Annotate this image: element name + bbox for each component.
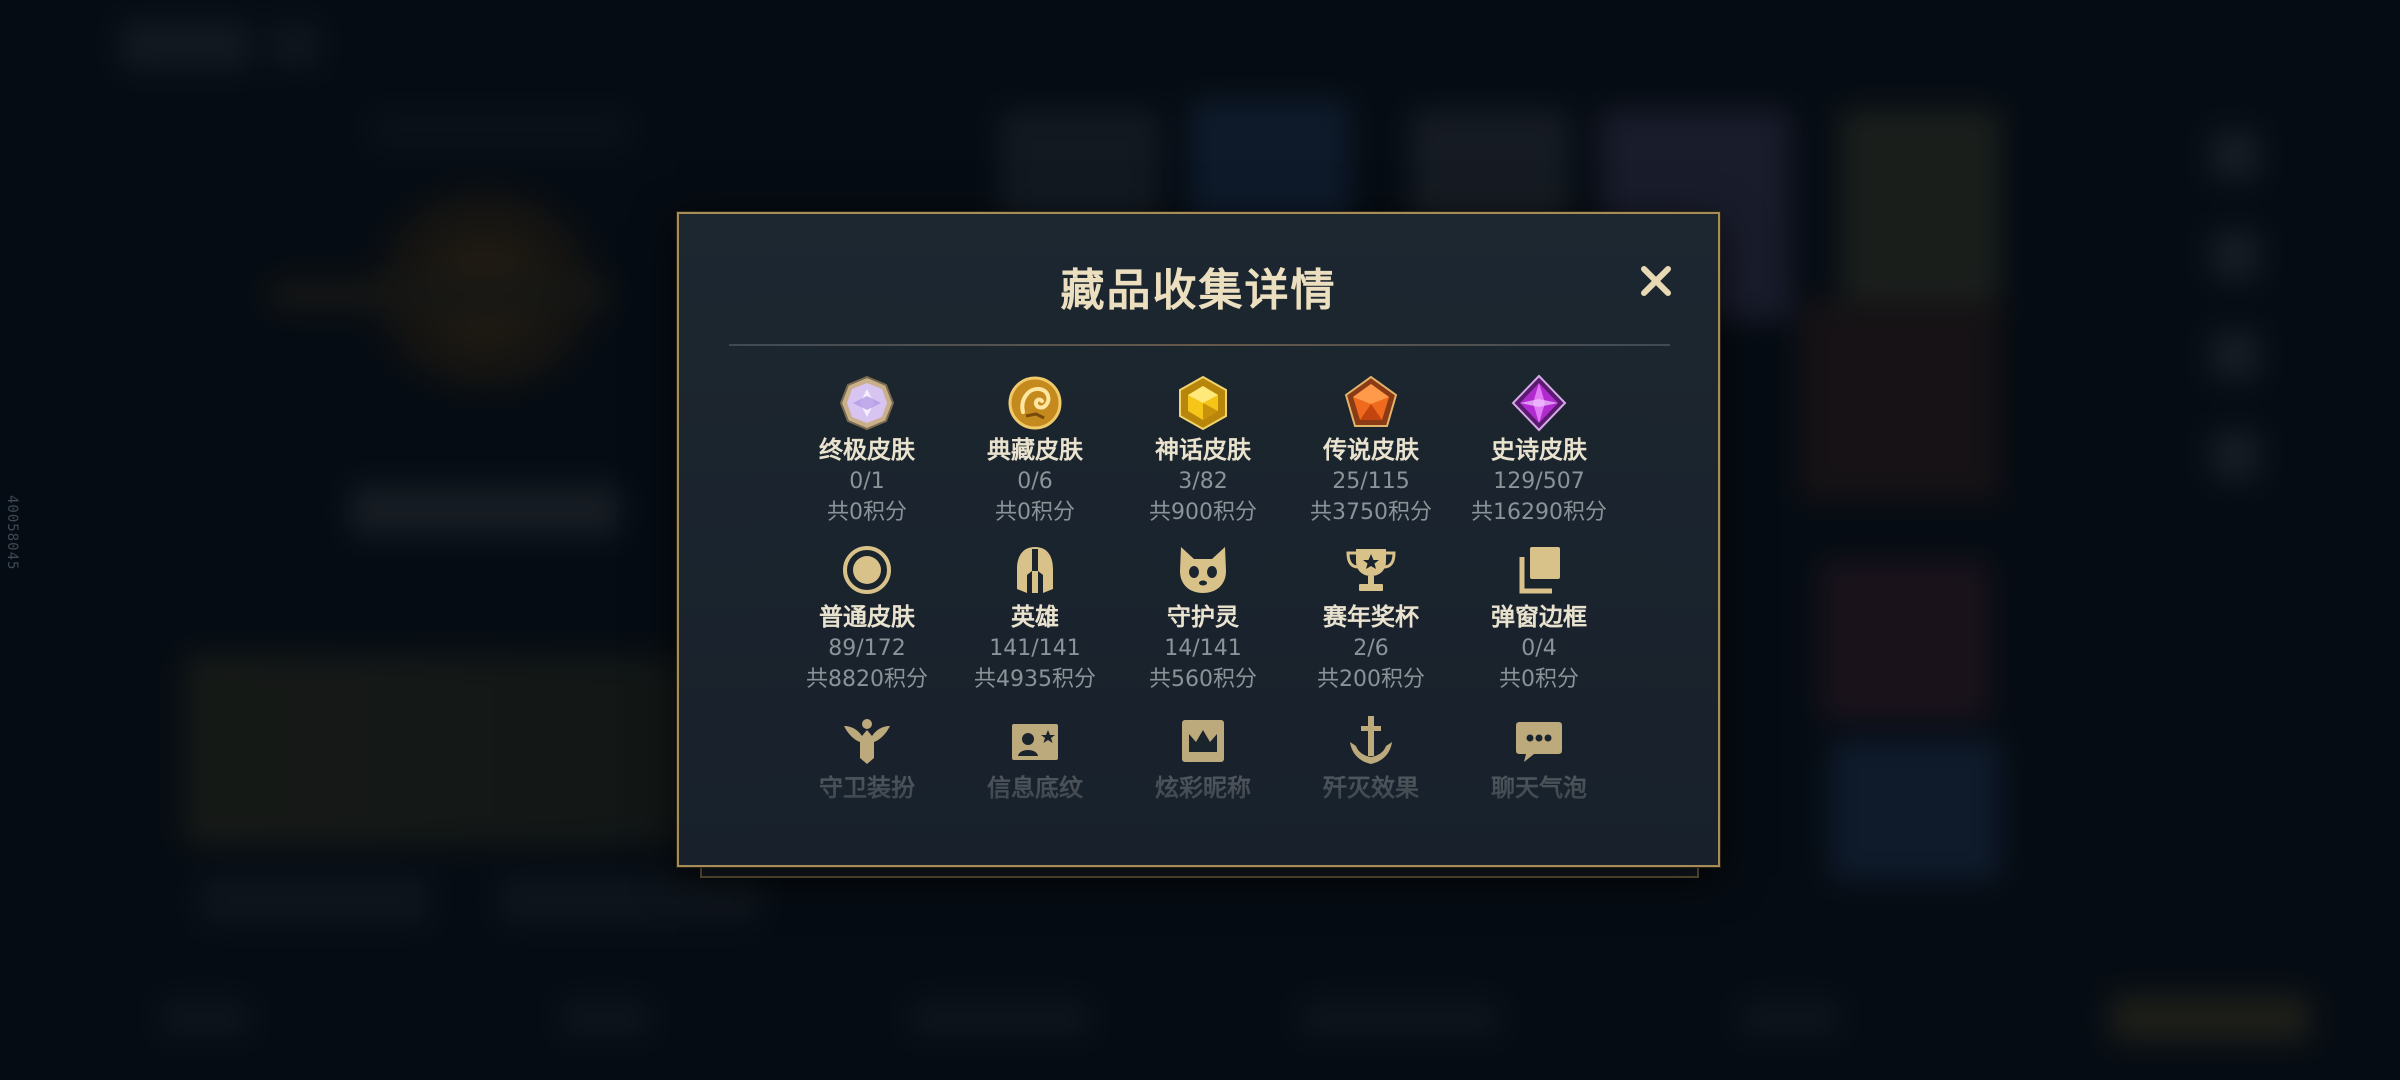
collection-item-prestige-skin[interactable]: 典藏皮肤 0/6 共0积分 <box>951 374 1119 528</box>
item-points: 共900积分 <box>1149 500 1257 525</box>
item-name: 普通皮肤 <box>819 603 915 631</box>
collection-item-guardian-spirit[interactable]: 守护灵 14/141 共560积分 <box>1119 541 1287 695</box>
title-divider <box>729 344 1670 346</box>
item-name: 聊天气泡 <box>1491 774 1587 802</box>
item-name: 信息底纹 <box>987 774 1083 802</box>
item-name: 英雄 <box>1011 603 1059 631</box>
collection-item-annihilation-effect[interactable]: 歼灭效果 <box>1287 712 1455 804</box>
collection-item-profile-banner[interactable]: 信息底纹 <box>951 712 1119 804</box>
item-count: 129/507 <box>1493 469 1585 494</box>
stacked-frames-icon <box>1519 547 1560 594</box>
item-name: 守卫装扮 <box>819 774 915 802</box>
trophy-icon <box>1346 549 1396 591</box>
collection-item-season-trophy[interactable]: 赛年奖杯 2/6 共200积分 <box>1287 541 1455 695</box>
item-count: 14/141 <box>1164 636 1242 661</box>
ward-skin-icon <box>844 719 890 764</box>
item-name: 终极皮肤 <box>819 436 915 464</box>
item-points: 共200积分 <box>1317 667 1425 692</box>
prestige-dragon-icon <box>1008 376 1062 430</box>
item-count: 141/141 <box>989 636 1081 661</box>
item-points: 共560积分 <box>1149 667 1257 692</box>
collection-item-chat-bubble[interactable]: 聊天气泡 <box>1455 712 1623 804</box>
collection-item-normal-skin[interactable]: 普通皮肤 89/172 共8820积分 <box>783 541 951 695</box>
collection-item-popup-frame[interactable]: 弹窗边框 0/4 共0积分 <box>1455 541 1623 695</box>
sword-emblem-icon <box>1350 716 1392 764</box>
collection-item-ward-skin[interactable]: 守卫装扮 <box>783 712 951 804</box>
item-count: 0/1 <box>849 469 885 494</box>
close-button[interactable] <box>1631 256 1681 306</box>
collection-item-epic-skin[interactable]: 史诗皮肤 129/507 共16290积分 <box>1455 374 1623 528</box>
item-name: 歼灭效果 <box>1323 774 1419 802</box>
item-points: 共3750积分 <box>1310 500 1432 525</box>
item-points: 共4935积分 <box>974 667 1096 692</box>
item-count: 89/172 <box>828 636 906 661</box>
collection-item-hero[interactable]: 英雄 141/141 共4935积分 <box>951 541 1119 695</box>
item-name: 弹窗边框 <box>1491 603 1587 631</box>
crown-nameplate-icon <box>1182 720 1224 762</box>
side-id-text: 40058045 <box>4 495 20 571</box>
item-points: 共0积分 <box>1499 667 1579 692</box>
guardian-spirit-icon <box>1180 547 1226 593</box>
collection-item-mythic-skin[interactable]: 神话皮肤 3/82 共900积分 <box>1119 374 1287 528</box>
mythic-gem-icon <box>1179 375 1227 431</box>
item-points: 共16290积分 <box>1471 500 1607 525</box>
item-count: 0/4 <box>1521 636 1557 661</box>
collection-details-dialog: 藏品收集详情 终极皮肤 0/1 共0积分 典藏皮肤 0/6 共0积分 神话皮肤 … <box>677 212 1720 867</box>
item-name: 传说皮肤 <box>1323 436 1419 464</box>
collection-item-ultimate-skin[interactable]: 终极皮肤 0/1 共0积分 <box>783 374 951 528</box>
dialog-base-edge <box>700 866 1699 878</box>
item-name: 史诗皮肤 <box>1491 436 1587 464</box>
normal-skin-icon <box>843 546 891 594</box>
item-name: 典藏皮肤 <box>987 436 1083 464</box>
ultimate-gem-icon <box>839 375 895 431</box>
chat-bubble-icon <box>1516 722 1562 762</box>
item-points: 共8820积分 <box>806 667 928 692</box>
collection-item-colorful-nickname[interactable]: 炫彩昵称 <box>1119 712 1287 804</box>
item-name: 神话皮肤 <box>1155 436 1251 464</box>
dialog-title: 藏品收集详情 <box>1060 265 1337 316</box>
collection-item-legendary-skin[interactable]: 传说皮肤 25/115 共3750积分 <box>1287 374 1455 528</box>
profile-banner-icon <box>1012 724 1058 760</box>
item-count: 3/82 <box>1178 469 1228 494</box>
legendary-gem-icon <box>1344 375 1398 427</box>
item-count: 25/115 <box>1332 469 1410 494</box>
helmet-icon <box>1017 547 1053 593</box>
item-points: 共0积分 <box>995 500 1075 525</box>
epic-gem-icon <box>1511 374 1567 432</box>
item-name: 赛年奖杯 <box>1323 603 1419 631</box>
item-name: 炫彩昵称 <box>1155 774 1251 802</box>
item-count: 2/6 <box>1353 636 1389 661</box>
item-points: 共0积分 <box>827 500 907 525</box>
item-count: 0/6 <box>1017 469 1053 494</box>
item-name: 守护灵 <box>1167 603 1239 631</box>
close-icon <box>1641 266 1671 296</box>
